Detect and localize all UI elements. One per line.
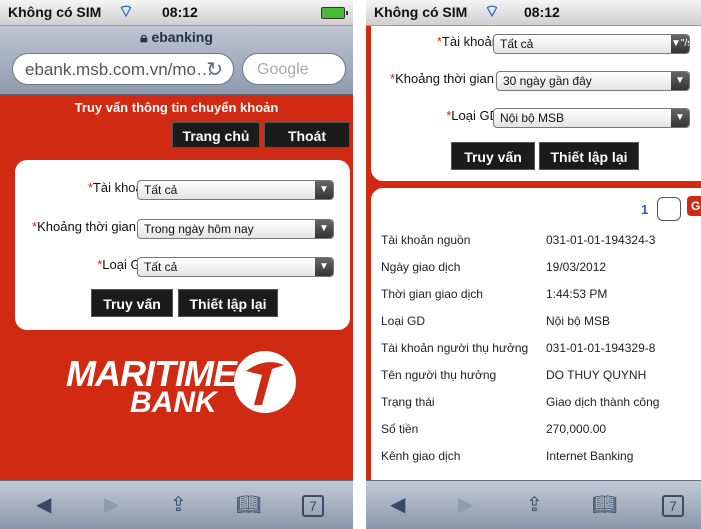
clock: 08:12 bbox=[162, 4, 198, 20]
page-content: Truy vấn thông tin chuyển khoản Trang ch… bbox=[0, 95, 353, 481]
chevron-down-icon: ▼ bbox=[671, 72, 689, 90]
query-button[interactable]: Truy vấn bbox=[451, 142, 535, 170]
result-row: Tài khoản nguồn 031-01-01-194324-3 bbox=[381, 233, 701, 253]
type-select[interactable]: Nội bộ MSB ▼ bbox=[493, 108, 690, 128]
back-icon[interactable]: ◀ bbox=[36, 493, 51, 517]
reload-icon[interactable]: ↻ bbox=[206, 57, 223, 82]
bookmarks-icon[interactable]: 📖︎ bbox=[592, 493, 617, 517]
result-field-label: Thời gian giao dịch bbox=[381, 287, 483, 301]
wifi-icon: ⌔ bbox=[484, 2, 500, 21]
result-field-label: Số tiền bbox=[381, 422, 419, 436]
period-label: *Khoảng thời gian bbox=[390, 71, 494, 86]
query-button[interactable]: Truy vấn bbox=[91, 289, 173, 317]
tabs-icon[interactable]: 7 bbox=[662, 495, 684, 517]
browser-toolbar: ◀ ▶ ⇪ 📖︎ 7 bbox=[366, 480, 701, 529]
chevron-down-icon: ▼ bbox=[315, 220, 333, 238]
site-title: 🔒︎ ebanking bbox=[0, 29, 353, 46]
bookmarks-icon[interactable]: 📖︎ bbox=[236, 493, 261, 517]
chevron-down-icon: ▼ bbox=[315, 181, 333, 199]
result-row: Thời gian giao dịch 1:44:53 PM bbox=[381, 287, 701, 307]
result-field-label: Trạng thái bbox=[381, 395, 435, 409]
clock: 08:12 bbox=[524, 4, 560, 20]
back-icon[interactable]: ◀ bbox=[390, 493, 405, 517]
url-field[interactable]: ebank.msb.com.vn/mo… ↻ bbox=[12, 53, 234, 85]
result-field-label: Kênh giao dịch bbox=[381, 449, 461, 463]
type-select[interactable]: Tất cả ▼ bbox=[137, 257, 334, 277]
screen-query-results: Không có SIM ⌔ 08:12 *Tài khoản Tất cả ▼"… bbox=[366, 0, 701, 529]
page-title: Truy vấn thông tin chuyển khoản bbox=[74, 100, 279, 115]
share-icon[interactable]: ⇪ bbox=[526, 493, 543, 517]
result-field-label: Tài khoản nguồn bbox=[381, 233, 471, 247]
result-row: Ngày giao dịch 19/03/2012 bbox=[381, 260, 701, 280]
period-select[interactable]: 30 ngày gần đây ▼ bbox=[496, 71, 690, 91]
browser-toolbar: ◀ ▶ ⇪ 📖︎ 7 bbox=[0, 480, 353, 529]
url-text: ebank.msb.com.vn/mo… bbox=[25, 60, 214, 79]
query-form: *Tài khoản Tất cả▼"/span> *Khoảng thời g… bbox=[371, 26, 701, 181]
home-button[interactable]: Trang chủ bbox=[172, 122, 260, 148]
result-field-value: Nội bộ MSB bbox=[546, 314, 611, 328]
carrier-label: Không có SIM bbox=[8, 4, 102, 20]
logo-text-line2: BANK bbox=[130, 386, 217, 419]
period-label: *Khoảng thời gian bbox=[32, 219, 136, 234]
result-row: Kênh giao dịch Internet Banking bbox=[381, 449, 701, 469]
status-bar: Không có SIM ⌔ 08:12 bbox=[366, 0, 701, 26]
forward-icon[interactable]: ▶ bbox=[104, 493, 119, 517]
reset-button[interactable]: Thiết lập lại bbox=[178, 289, 278, 317]
result-field-value: 270,000.00 bbox=[546, 422, 607, 436]
forward-icon[interactable]: ▶ bbox=[458, 493, 473, 517]
account-select[interactable]: Tất cả▼"/span> bbox=[493, 34, 690, 54]
status-bar: Không có SIM ⌔ 08:12 bbox=[0, 0, 353, 26]
result-row: Số tiền 270,000.00 bbox=[381, 422, 701, 442]
result-field-value: Internet Banking bbox=[546, 449, 634, 463]
page-input[interactable] bbox=[657, 197, 681, 221]
reset-button[interactable]: Thiết lập lại bbox=[539, 142, 639, 170]
result-field-value: 19/03/2012 bbox=[546, 260, 607, 274]
maritime-bank-logo: MARITIME BANK bbox=[50, 335, 300, 419]
logout-button[interactable]: Thoát bbox=[264, 122, 350, 148]
result-field-label: Ngày giao dịch bbox=[381, 260, 461, 274]
result-field-value: 031-01-01-194329-8 bbox=[546, 341, 656, 355]
result-row: Tài khoản người thụ hưởng 031-01-01-19432… bbox=[381, 341, 701, 361]
result-field-value: 031-01-01-194324-3 bbox=[546, 233, 656, 247]
go-button[interactable]: Go bbox=[687, 196, 701, 216]
carrier-label: Không có SIM bbox=[374, 4, 468, 20]
result-field-label: Loại GD bbox=[381, 314, 426, 328]
lock-icon: 🔒︎ bbox=[140, 29, 148, 45]
query-form: *Tài khoản Tất cả ▼ *Khoảng thời gian Tro… bbox=[15, 160, 350, 330]
divider bbox=[353, 0, 366, 529]
result-row: Tên người thụ hưởng DO THUY QUYNH bbox=[381, 368, 701, 388]
type-label: *Loại GD bbox=[446, 108, 499, 123]
results-panel: 1 Go Tài khoản nguồn 031-01-01-194324-3 Ng… bbox=[371, 188, 701, 488]
wifi-icon: ⌔ bbox=[118, 2, 134, 21]
screen-query-form: Không có SIM ⌔ 08:12 🔒︎ ebanking ebank.m… bbox=[0, 0, 353, 529]
result-row: Trạng thái Giao dịch thành công bbox=[381, 395, 701, 415]
result-row: Loại GD Nội bộ MSB bbox=[381, 314, 701, 334]
result-field-value: 1:44:53 PM bbox=[546, 287, 608, 301]
search-field[interactable]: Google bbox=[242, 53, 346, 85]
account-select[interactable]: Tất cả ▼ bbox=[137, 180, 334, 200]
chevron-down-icon: ▼ bbox=[671, 109, 689, 127]
period-select[interactable]: Trong ngày hôm nay ▼ bbox=[137, 219, 334, 239]
page-number-link[interactable]: 1 bbox=[641, 202, 648, 217]
browser-address-bar: 🔒︎ ebanking ebank.msb.com.vn/mo… ↻ Googl… bbox=[0, 26, 353, 95]
tabs-icon[interactable]: 7 bbox=[302, 495, 324, 517]
result-field-label: Tài khoản người thụ hưởng bbox=[381, 341, 529, 355]
result-field-value: Giao dịch thành công bbox=[546, 395, 660, 409]
result-field-label: Tên người thụ hưởng bbox=[381, 368, 497, 382]
share-icon[interactable]: ⇪ bbox=[170, 493, 187, 517]
account-label: *Tài khoản bbox=[436, 34, 499, 49]
chevron-down-icon: ▼ bbox=[315, 258, 333, 276]
site-title-text: ebanking bbox=[151, 29, 213, 45]
battery-icon bbox=[321, 7, 348, 19]
logo-emblem-icon bbox=[234, 351, 296, 413]
chevron-down-icon: ▼"/span> bbox=[671, 35, 689, 53]
result-field-value: DO THUY QUYNH bbox=[546, 368, 647, 382]
